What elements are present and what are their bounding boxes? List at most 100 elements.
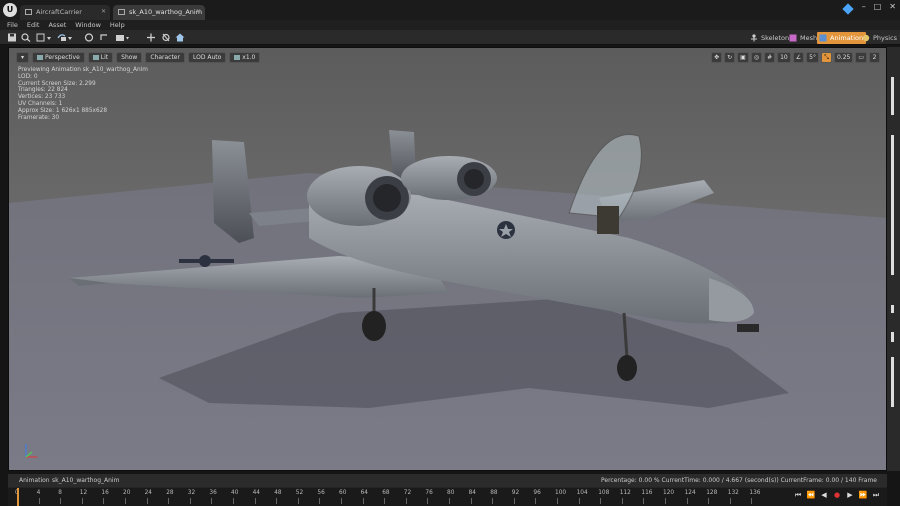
notification-icon[interactable]	[842, 3, 854, 15]
scale-snap-icon[interactable]: ⤡	[820, 52, 832, 63]
timeline-tick-label: 80	[447, 490, 455, 496]
animation-asset-icon	[118, 9, 125, 15]
timeline-tick-label: 40	[231, 490, 239, 496]
lod-button[interactable]: LOD Auto	[187, 52, 227, 63]
close-window-icon[interactable]: ✕	[889, 2, 896, 11]
timeline-tick	[254, 498, 256, 504]
record-icon[interactable]: ●	[832, 490, 842, 500]
menu-help[interactable]: Help	[110, 21, 125, 29]
camera-icon[interactable]	[115, 33, 129, 42]
skip-end-icon[interactable]: ⏭	[871, 490, 881, 500]
character-button[interactable]: Character	[145, 52, 185, 63]
tab-warthog-anim[interactable]: sk_A10_warthog_Anim ✕	[113, 5, 205, 20]
mode-label: Skeleton	[761, 34, 790, 42]
timeline-tick-label: 60	[339, 490, 347, 496]
transform-toolbar: ✥ ↻ ▣ ◎ # 10 ∠ 5° ⤡ 0.25 ▭ 2	[711, 52, 880, 63]
timeline-tick	[60, 498, 62, 504]
info-line: Triangles: 22 824	[18, 87, 68, 94]
grid-snap-value[interactable]: 10	[777, 52, 791, 63]
playback-controls: ⏮ ⏪ ◀ ● ▶ ⏩ ⏭	[793, 490, 881, 500]
step-forward-icon[interactable]: ⏩	[858, 490, 868, 500]
step-back-icon[interactable]: ⏪	[806, 490, 816, 500]
play-icon[interactable]: ▶	[845, 490, 855, 500]
info-line: Previewing Animation sk_A10_warthog_Anim	[18, 67, 148, 73]
minimize-icon[interactable]: –	[862, 2, 866, 11]
tab-label: AircraftCarrier	[36, 8, 82, 16]
translate-icon[interactable]: ✥	[711, 52, 723, 63]
timeline-ruler[interactable]: 0481216202428323640444852566064687276808…	[8, 488, 887, 506]
mode-animation-button[interactable]: Animation	[817, 32, 867, 44]
reimport-icon[interactable]	[57, 33, 73, 42]
timeline-tick	[125, 498, 126, 504]
skip-start-icon[interactable]: ⏮	[793, 490, 803, 500]
menu-window[interactable]: Window	[75, 21, 101, 29]
viewport-options-button[interactable]: ▾	[16, 52, 30, 63]
rotate-icon[interactable]: ↻	[724, 52, 736, 63]
timeline-tick	[38, 498, 40, 504]
scroll-marker	[891, 305, 894, 313]
physics-icon	[862, 34, 870, 42]
tab-aircraft-carrier[interactable]: AircraftCarrier ✕	[20, 5, 110, 20]
rotation-snap-value[interactable]: 5°	[806, 52, 819, 63]
lit-button[interactable]: Lit	[87, 52, 114, 63]
timeline-tick-label: 100	[555, 490, 567, 496]
playhead[interactable]	[17, 488, 19, 506]
mode-mesh-button[interactable]: Mesh	[787, 32, 820, 44]
timeline-tick-label: 112	[619, 490, 631, 496]
camera-speed-value[interactable]: 2	[869, 52, 880, 63]
show-button[interactable]: Show	[116, 52, 143, 63]
timeline-tick	[146, 498, 148, 504]
world-local-icon[interactable]: ◎	[750, 52, 763, 63]
timeline-tick-label: 12	[79, 490, 88, 496]
mode-physics-button[interactable]: Physics	[860, 32, 900, 44]
window-controls: – □ ✕	[862, 2, 896, 11]
scale-snap-value[interactable]: 0.25	[833, 52, 854, 63]
timeline-tick-label: 124	[684, 490, 696, 496]
timeline-tick	[729, 498, 731, 504]
home-icon[interactable]	[175, 33, 185, 42]
preview-viewport[interactable]: ▾ Perspective Lit Show Character LOD Aut…	[8, 47, 887, 471]
timeline-tick-label: 20	[123, 490, 131, 496]
save-icon[interactable]	[7, 33, 17, 42]
timeline-tick	[492, 498, 494, 504]
refresh-icon[interactable]	[161, 33, 171, 42]
left-tail-fin	[212, 140, 254, 243]
find-in-browser-icon[interactable]	[21, 33, 31, 42]
redo-icon[interactable]	[99, 33, 109, 42]
mode-skeleton-button[interactable]: Skeleton	[748, 32, 792, 44]
unreal-logo: U	[3, 3, 17, 17]
timeline-tick	[189, 498, 191, 504]
timeline-tick-label: 96	[533, 490, 541, 496]
timeline-tick	[470, 498, 472, 504]
right-panel-strip[interactable]	[887, 47, 900, 471]
menu-edit[interactable]: Edit	[27, 21, 40, 29]
title-bar: U AircraftCarrier ✕ sk_A10_warthog_Anim …	[0, 0, 900, 20]
close-icon[interactable]: ✕	[101, 8, 106, 15]
rotation-snap-icon[interactable]: ∠	[792, 52, 805, 63]
scale-icon[interactable]: ▣	[737, 52, 749, 63]
scroll-marker	[891, 135, 894, 275]
undo-icon[interactable]	[84, 33, 94, 42]
timeline-tick-label: 36	[209, 490, 217, 496]
timeline-tick	[297, 498, 299, 504]
timeline-tick	[103, 498, 105, 504]
timeline-tick	[751, 498, 753, 504]
timeline-tick-label: 116	[641, 490, 653, 496]
character-label: Character	[150, 54, 180, 61]
timeline-header: Animation sk_A10_warthog_Anim Percentage…	[8, 474, 887, 487]
import-icon[interactable]	[36, 33, 52, 42]
camera-speed-icon[interactable]: ▭	[855, 52, 867, 63]
scroll-marker	[891, 357, 894, 407]
nose-gear-wheel	[617, 355, 637, 381]
menu-file[interactable]: File	[7, 21, 18, 29]
close-icon[interactable]: ✕	[196, 8, 201, 15]
play-reverse-icon[interactable]: ◀	[819, 490, 829, 500]
perspective-button[interactable]: Perspective	[32, 52, 85, 63]
playback-speed-button[interactable]: x1.0	[229, 52, 261, 63]
maximize-icon[interactable]: □	[874, 2, 882, 11]
menu-asset[interactable]: Asset	[48, 21, 66, 29]
add-icon[interactable]	[146, 33, 156, 42]
grid-snap-icon[interactable]: #	[764, 52, 776, 63]
timeline-tick-label: 84	[468, 490, 476, 496]
mesh-icon	[789, 34, 797, 42]
